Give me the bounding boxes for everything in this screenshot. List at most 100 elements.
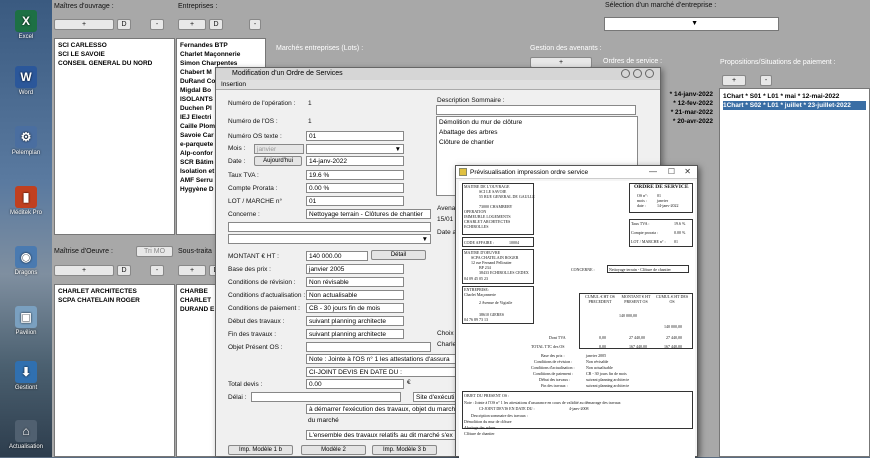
tva-input[interactable]: 19.6 %: [306, 170, 404, 180]
list-item[interactable]: 1Chart * S02 * L01 * juillet * 23-juille…: [723, 101, 866, 110]
mois-input[interactable]: janvier: [254, 144, 304, 154]
maximize-icon[interactable]: [633, 69, 642, 78]
date-input[interactable]: 14-janv-2022: [306, 156, 404, 166]
d-maitre-button[interactable]: D: [117, 19, 131, 30]
lot-label: LOT / MARCHE n°: [228, 198, 283, 205]
close-icon[interactable]: [645, 69, 654, 78]
entreprises-label: Entreprises :: [178, 3, 218, 10]
revision-input[interactable]: Non révisable: [306, 277, 404, 287]
site-input[interactable]: Site d'exécuti: [413, 392, 461, 402]
app-icon: X: [15, 10, 37, 32]
d-moe-button[interactable]: D: [117, 265, 131, 276]
cell-t3: 167 440,00: [629, 344, 647, 349]
debut-input[interactable]: suivant planning architecte: [306, 316, 404, 326]
tri-mo-button[interactable]: Tri MO: [136, 246, 173, 257]
chevron-down-icon: ▼: [691, 20, 698, 27]
cell-t4: 167 440,00: [664, 344, 682, 349]
add-moe-button[interactable]: +: [54, 265, 114, 276]
list-item[interactable]: SCI LE SAVOIE: [58, 50, 171, 59]
num-os-texte-input[interactable]: 01: [306, 131, 404, 141]
selection-label: Sélection d'un marché d'entreprise :: [605, 2, 717, 9]
concerne-select[interactable]: ▼: [228, 234, 431, 244]
desktop-icon-4[interactable]: ▮ Méditek Pro: [6, 186, 46, 216]
actualisation-input[interactable]: Non actualisable: [306, 290, 404, 300]
list-item[interactable]: CHARLET ARCHITECTES: [58, 287, 171, 296]
desktop-icon-label: Pavilion: [15, 330, 37, 336]
desktop-icon-label: Pelemplan: [11, 150, 41, 156]
remove-moe-button[interactable]: -: [150, 265, 164, 276]
prorata-input[interactable]: 0.00 %: [306, 183, 404, 193]
desktop-icon-7[interactable]: ⬇ Gestiont: [6, 361, 46, 391]
total-devis-input[interactable]: 0.00: [306, 379, 404, 389]
list-item[interactable]: Charlet Maçonnerie: [180, 50, 262, 59]
preview-window: Prévisualisation impression ordre servic…: [455, 165, 698, 458]
date-label: Date :: [228, 158, 246, 165]
dialog-titlebar: Modification d'un Ordre de Services: [216, 68, 660, 80]
list-item[interactable]: 1Chart * S01 * L01 * mai * 12-mai-2022: [723, 92, 866, 101]
list-item[interactable]: Fernandes BTP: [180, 41, 262, 50]
desktop-icon-1[interactable]: X Excel: [6, 10, 46, 40]
marche-select[interactable]: ▼: [604, 17, 779, 31]
modele-2-button[interactable]: Modèle 2: [301, 445, 366, 455]
list-item[interactable]: SCPA CHATELAIN ROGER: [58, 296, 171, 305]
remove-entreprise-button[interactable]: -: [249, 19, 261, 30]
tab-label: Insertion: [221, 81, 246, 88]
op3: ECHIROLLES: [464, 224, 489, 229]
mois-select[interactable]: ▼: [306, 144, 404, 154]
remove-proposition-button[interactable]: -: [760, 75, 772, 86]
ci-joint-input[interactable]: CI-JOINT DEVIS EN DATE DU :: [306, 367, 461, 377]
base-prix-input[interactable]: janvier 2005: [306, 264, 404, 274]
demarrer-input[interactable]: à démarrer l'exécution des travaux, obje…: [306, 404, 461, 414]
maximize-icon[interactable]: ☐: [668, 167, 675, 176]
base-prix-label: Base des prix :: [541, 353, 565, 358]
concerne-extra-input[interactable]: [228, 222, 431, 232]
propositions-list[interactable]: 1Chart * S01 * L01 * mai * 12-mai-2022 1C…: [719, 88, 870, 457]
moe-list[interactable]: CHARLET ARCHITECTES SCPA CHATELAIN ROGER: [54, 284, 175, 457]
note-input[interactable]: Note : Jointe à l'OS n° 1 les attestatio…: [306, 354, 461, 364]
concerne-input[interactable]: Nettoyage terrain - Clôtures de chantier: [306, 209, 431, 219]
imp-modele-3b-button[interactable]: Imp. Modèle 3 b: [372, 445, 437, 455]
aujourdhui-button[interactable]: Aujourd'hui: [254, 156, 302, 166]
actu-value: Non actualisable: [586, 365, 613, 370]
desktop-icon-8[interactable]: ⌂ Actualisation: [6, 420, 46, 450]
add-maitre-button[interactable]: +: [54, 19, 114, 30]
date-label: date :: [637, 203, 646, 208]
montant-input[interactable]: 140 000.00: [306, 251, 368, 261]
maitre-oeuvre-label: Maîtrise d'Oeuvre :: [54, 248, 113, 255]
total-ttc-label: TOTAL TTC des OS: [531, 344, 565, 349]
detail-button[interactable]: Détail: [371, 250, 426, 260]
num-os-texte-label: Numéro OS texte :: [228, 133, 282, 140]
objet-input[interactable]: [306, 342, 431, 352]
delai-input[interactable]: [251, 392, 401, 402]
remove-maitre-button[interactable]: -: [150, 19, 164, 30]
ensemble-input[interactable]: L'ensemble des travaux relatifs au dit m…: [306, 430, 461, 440]
desktop-icon-6[interactable]: ▣ Pavilion: [6, 306, 46, 336]
paie-value: CB - 30 jours fin de mois: [586, 371, 627, 376]
add-proposition-button[interactable]: +: [722, 75, 746, 86]
imp-modele-1b-button[interactable]: Imp. Modèle 1 b: [228, 445, 293, 455]
desktop-icon-3[interactable]: ⚙ Pelemplan: [6, 126, 46, 156]
num-os-value: 1: [308, 118, 312, 125]
cell-t1: 27 440,00: [629, 335, 645, 340]
list-item[interactable]: SCI CARLESSO: [58, 41, 171, 50]
fin-input[interactable]: suivant planning architecte: [306, 329, 404, 339]
add-entreprise-button[interactable]: +: [178, 19, 206, 30]
tab-insertion[interactable]: Insertion: [216, 80, 660, 90]
d-entreprise-button[interactable]: D: [209, 19, 223, 30]
charle-label: Charle: [437, 341, 457, 348]
description-header-input[interactable]: [436, 105, 636, 115]
lot-input[interactable]: 01: [306, 196, 404, 206]
lot-value: 01: [674, 239, 678, 244]
desktop-icon-5[interactable]: ◉ Dragons: [6, 246, 46, 276]
prorata-label: Compte Prorata :: [228, 185, 278, 192]
minimize-icon[interactable]: [621, 69, 630, 78]
minimize-icon[interactable]: —: [649, 167, 657, 176]
paiement-input[interactable]: CB - 30 jours fin de mois: [306, 303, 404, 313]
list-item[interactable]: CONSEIL GENERAL DU NORD: [58, 59, 171, 68]
close-icon[interactable]: ✕: [684, 167, 691, 176]
desktop-icon-2[interactable]: W Word: [6, 66, 46, 96]
maitres-list[interactable]: SCI CARLESSO SCI LE SAVOIE CONSEIL GENERAL…: [54, 38, 175, 235]
desc-line-3: Clôture de chantier: [464, 431, 495, 436]
lot-label: LOT / MARCHE n° :: [631, 239, 666, 244]
add-sous-traitant-button[interactable]: +: [178, 265, 206, 276]
